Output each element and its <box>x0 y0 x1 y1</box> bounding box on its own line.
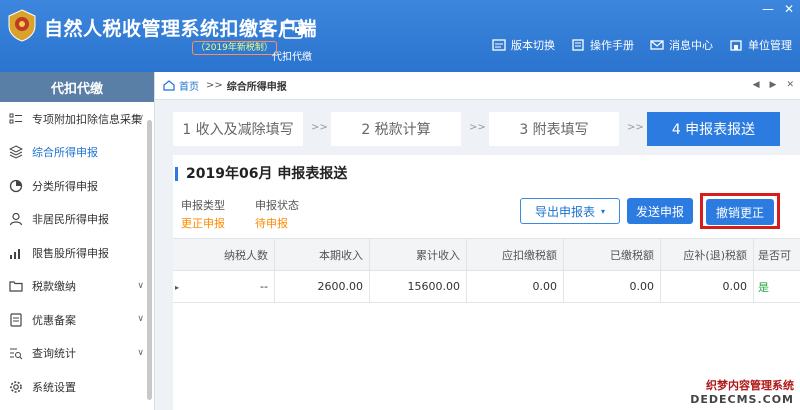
step-attachment[interactable]: 3 附表填写 <box>489 112 619 146</box>
cell-current-income: 2600.00 <box>275 271 370 302</box>
sidebar-item-system-settings[interactable]: 系统设置 <box>0 370 154 404</box>
unit-manage-button[interactable]: 单位管理 <box>729 37 792 53</box>
folder-icon <box>9 279 23 293</box>
chevron-down-icon: ∨ <box>137 280 144 291</box>
step-separator: >> <box>469 122 486 133</box>
revoke-correction-button[interactable]: 撤销更正 <box>706 199 774 225</box>
report-status-label: 申报状态 <box>255 199 299 212</box>
cell-paid-tax: 0.00 <box>564 271 661 302</box>
top-nav: 版本切换 操作手册 消息中心 单位管理 <box>492 37 792 53</box>
export-report-dropdown[interactable]: 导出申报表 ▾ <box>520 198 620 224</box>
step-bar: 1 收入及减除填写 >> 2 税款计算 >> 3 附表填写 >> 4 申报表报送 <box>173 112 793 146</box>
sidebar: 代扣代缴 专项附加扣除信息采集 ∨ 综合所得申报 分类所得申报 非居民所得申报 … <box>0 72 155 410</box>
tab-close-button[interactable]: ✕ <box>786 80 794 90</box>
breadcrumb-home-link[interactable]: 首页 <box>179 78 199 93</box>
bar-chart-icon <box>9 246 23 260</box>
cell-taxpayer-count: -- <box>173 271 275 302</box>
chevron-down-icon: ∨ <box>137 314 144 324</box>
version-switch-button[interactable]: 版本切换 <box>492 37 555 53</box>
version-badge: （2019年新税制） <box>192 41 277 55</box>
document-icon <box>9 313 23 327</box>
panel-title: 2019年06月 申报表报送 <box>175 167 347 181</box>
breadcrumb-separator: >> <box>206 80 223 91</box>
message-icon <box>650 40 664 50</box>
agent-label: 代扣代缴 <box>272 52 312 63</box>
watermark-cn: 织梦内容管理系统 <box>706 379 794 392</box>
step-separator: >> <box>627 122 644 133</box>
col-refund-tax: 应补(退)税额 <box>661 239 754 270</box>
sidebar-title: 代扣代缴 <box>0 72 154 102</box>
watermark-en: DEDECMS.COM <box>690 393 794 406</box>
tax-emblem-icon <box>8 9 36 42</box>
table-row[interactable]: ▸ -- 2600.00 15600.00 0.00 0.00 0.00 是 <box>173 271 800 303</box>
sidebar-scrollbar[interactable] <box>147 120 152 400</box>
watermark: 织梦内容管理系统 DEDECMS.COM <box>690 377 794 406</box>
report-status-value: 待申报 <box>255 217 288 230</box>
version-switch-icon <box>492 39 506 51</box>
step-tax-calc[interactable]: 2 税款计算 <box>331 112 461 146</box>
close-button[interactable]: ✕ <box>784 2 794 16</box>
breadcrumb-current: 综合所得申报 <box>226 82 287 93</box>
caret-down-icon: ▾ <box>601 206 606 216</box>
minimize-button[interactable]: — <box>762 2 774 16</box>
unit-manage-icon <box>730 40 742 51</box>
col-taxpayer-count: 纳税人数 <box>173 239 275 270</box>
manual-button[interactable]: 操作手册 <box>571 37 634 53</box>
list-icon <box>9 112 23 126</box>
layers-icon <box>9 145 23 159</box>
query-icon <box>9 346 23 360</box>
col-withholding-tax: 应扣缴税额 <box>467 239 564 270</box>
report-type-label: 申报类型 <box>181 199 225 212</box>
sidebar-item-query-stats[interactable]: 查询统计 ∨ <box>0 337 154 371</box>
col-paid-tax: 已缴税额 <box>564 239 661 270</box>
app-title: 自然人税收管理系统扣缴客户端 <box>44 18 318 40</box>
user-icon <box>9 212 23 226</box>
sidebar-item-preferential-filing[interactable]: 优惠备案 ∨ <box>0 303 154 337</box>
wallet-icon <box>283 20 306 39</box>
report-panel: 2019年06月 申报表报送 申报类型 更正申报 申报状态 待申报 导出申报表 … <box>173 155 800 410</box>
sidebar-item-tax-payment[interactable]: 税款缴纳 ∨ <box>0 270 154 304</box>
main-area: 首页 >> 综合所得申报 ◀ ▶ ✕ 1 收入及减除填写 >> 2 税款计算 >… <box>155 72 800 410</box>
title-bar: 自然人税收管理系统扣缴客户端 （2019年新税制） 代扣代缴 — ✕ 版本切换 … <box>0 0 800 72</box>
step-submit[interactable]: 4 申报表报送 <box>647 112 780 146</box>
sidebar-item-nonresident-income[interactable]: 非居民所得申报 <box>0 203 154 237</box>
step-income[interactable]: 1 收入及减除填写 <box>173 112 303 146</box>
col-cumulative-income: 累计收入 <box>370 239 467 270</box>
sidebar-item-comprehensive-income[interactable]: 综合所得申报 <box>0 136 154 170</box>
cell-cumulative-income: 15600.00 <box>370 271 467 302</box>
manual-icon <box>572 39 584 51</box>
chevron-down-icon: ∨ <box>137 113 144 123</box>
col-current-income: 本期收入 <box>275 239 370 270</box>
sidebar-item-restricted-stock[interactable]: 限售股所得申报 <box>0 236 154 270</box>
gear-icon <box>9 380 23 394</box>
tab-controls: ◀ ▶ ✕ <box>753 80 794 90</box>
tab-prev-button[interactable]: ◀ <box>753 80 760 90</box>
cell-withholding-tax: 0.00 <box>467 271 564 302</box>
breadcrumb: 首页 >> 综合所得申报 ◀ ▶ ✕ <box>155 72 800 100</box>
table-header: 纳税人数 本期收入 累计收入 应扣缴税额 已缴税额 应补(退)税额 是否可 <box>173 238 800 271</box>
home-icon <box>163 80 175 91</box>
message-center-button[interactable]: 消息中心 <box>650 37 713 53</box>
window-controls: — ✕ <box>762 2 794 16</box>
step-separator: >> <box>311 122 328 133</box>
send-report-button[interactable]: 发送申报 <box>627 198 693 224</box>
cell-refund-tax: 0.00 <box>661 271 754 302</box>
cell-allowed: 是 <box>758 280 769 294</box>
pie-icon <box>9 179 23 193</box>
chevron-down-icon: ∨ <box>137 347 144 358</box>
report-type-value: 更正申报 <box>181 217 225 230</box>
tab-next-button[interactable]: ▶ <box>770 80 777 90</box>
sidebar-item-category-income[interactable]: 分类所得申报 <box>0 169 154 203</box>
col-allowed: 是否可 <box>758 248 791 262</box>
sidebar-item-special-deduction[interactable]: 专项附加扣除信息采集 ∨ <box>0 102 154 136</box>
